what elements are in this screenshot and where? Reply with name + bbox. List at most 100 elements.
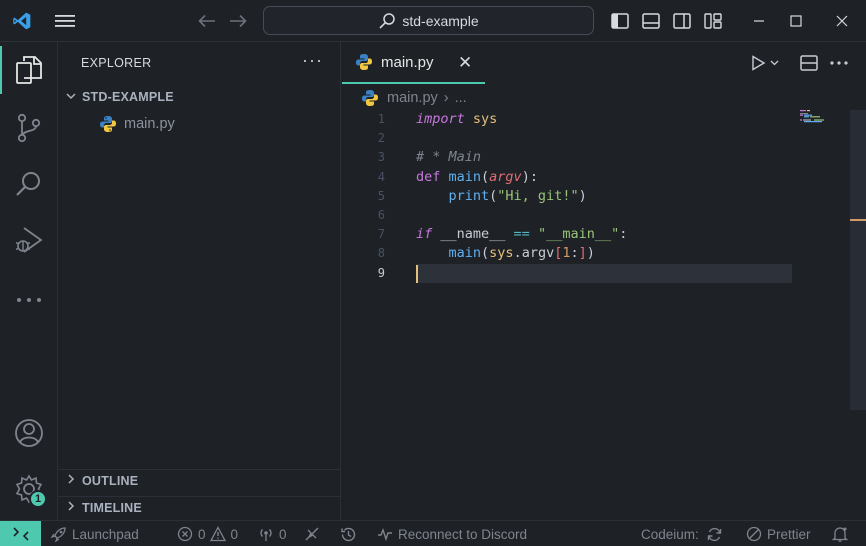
- vscode-logo: [6, 0, 38, 42]
- split-editor-icon[interactable]: [796, 50, 822, 76]
- breadcrumb: main.py › ...: [361, 88, 467, 108]
- code-line-4: def main(argv):: [416, 168, 538, 185]
- folder-name: STD-EXAMPLE: [82, 90, 174, 104]
- error-icon: [177, 526, 193, 542]
- line-number: 3: [377, 150, 385, 165]
- ports-item[interactable]: 0: [258, 521, 287, 546]
- codeium-item[interactable]: Codeium:: [641, 521, 728, 546]
- explorer-icon[interactable]: [0, 44, 58, 96]
- sidebar-more-actions-icon[interactable]: ···: [302, 50, 323, 71]
- chevron-right-icon: [60, 473, 82, 488]
- code-editor[interactable]: import sys # * Main def main(argv): prin…: [416, 110, 627, 283]
- tab-main-py[interactable]: main.py ✕: [342, 42, 485, 84]
- line-number: 6: [377, 207, 385, 222]
- history-icon[interactable]: [340, 521, 362, 546]
- editor-area: main.py ✕ main.py › ... 1 2 3 4 5 6 7 8 …: [342, 42, 866, 520]
- line-number-gutter: 1 2 3 4 5 6 7 8 9: [342, 110, 392, 283]
- search-icon[interactable]: [0, 158, 58, 210]
- status-bar: Launchpad 0 0 0 Reconnect to Discord Cod…: [0, 520, 866, 546]
- line-number: 5: [377, 188, 385, 203]
- line-number-current: 9: [377, 265, 385, 280]
- prettier-item[interactable]: Prettier: [746, 521, 811, 546]
- file-item-main-py[interactable]: main.py: [58, 113, 341, 135]
- tab-close-icon[interactable]: ✕: [458, 53, 472, 73]
- breadcrumb-file[interactable]: main.py: [387, 90, 438, 106]
- settings-gear-icon[interactable]: [0, 463, 58, 515]
- python-file-icon: [356, 54, 372, 70]
- toggle-primary-sidebar-icon[interactable]: [609, 0, 631, 42]
- command-center-label: std-example: [402, 12, 479, 29]
- error-count: 0: [198, 526, 206, 542]
- account-icon[interactable]: [0, 407, 58, 459]
- title-bar: std-example: [0, 0, 866, 42]
- notifications-bell-icon[interactable]: [831, 521, 854, 546]
- discord-label: Reconnect to Discord: [398, 526, 528, 542]
- breadcrumb-symbols[interactable]: ...: [455, 90, 467, 106]
- timeline-section-header[interactable]: TIMELINE: [58, 496, 341, 518]
- vertical-scrollbar[interactable]: [850, 110, 866, 410]
- line-number: 8: [377, 246, 385, 261]
- command-center-search[interactable]: std-example: [263, 6, 594, 35]
- run-debug-icon[interactable]: [0, 214, 58, 266]
- menu-icon[interactable]: [50, 0, 80, 42]
- pulse-icon: [378, 527, 392, 541]
- line-number: 7: [377, 227, 385, 242]
- folder-section-header[interactable]: STD-EXAMPLE: [58, 86, 341, 108]
- refresh-icon: [707, 527, 721, 541]
- search-icon: [379, 12, 396, 29]
- codeium-label: Codeium:: [641, 526, 699, 542]
- sidebar-title: EXPLORER: [81, 56, 152, 70]
- python-file-icon: [100, 116, 116, 132]
- code-line-7: if __name__ == "__main__":: [416, 226, 628, 243]
- code-line-3: # * Main: [416, 149, 482, 166]
- outline-section-header[interactable]: OUTLINE: [58, 469, 341, 491]
- text-cursor: [416, 265, 418, 283]
- explorer-sidebar: EXPLORER ··· STD-EXAMPLE main.py OUTLINE…: [58, 42, 341, 520]
- line-number: 2: [377, 131, 385, 146]
- toggle-secondary-sidebar-icon[interactable]: [671, 0, 693, 42]
- outline-label: OUTLINE: [82, 473, 139, 488]
- broadcast-icon: [260, 529, 272, 541]
- settings-badge: 1: [29, 490, 47, 508]
- scrollbar-cursor-marker: [850, 219, 866, 221]
- forward-arrow-icon[interactable]: [225, 0, 251, 42]
- remote-indicator-icon[interactable]: [0, 521, 41, 546]
- back-arrow-icon[interactable]: [194, 0, 220, 42]
- warning-count: 0: [230, 526, 239, 542]
- discord-reconnect-item[interactable]: Reconnect to Discord: [377, 521, 527, 546]
- chevron-down-icon: [60, 90, 82, 105]
- breadcrumb-separator: ›: [443, 90, 449, 106]
- launchpad-item[interactable]: Launchpad: [50, 521, 139, 546]
- source-control-icon[interactable]: [0, 102, 58, 154]
- run-icon[interactable]: [748, 50, 782, 76]
- launchpad-label: Launchpad: [72, 526, 139, 542]
- line-number: 4: [377, 169, 385, 184]
- prettier-label: Prettier: [767, 526, 811, 542]
- activity-bar: 1: [0, 42, 58, 520]
- warning-icon: [209, 526, 226, 542]
- chevron-right-icon: [60, 500, 82, 515]
- maximize-icon[interactable]: [773, 0, 819, 42]
- line-number: 1: [377, 112, 385, 126]
- problems-item[interactable]: 0 0: [177, 521, 238, 546]
- python-file-icon: [362, 90, 378, 106]
- code-line-8: main(sys.argv[1:]): [448, 245, 595, 262]
- timeline-label: TIMELINE: [82, 500, 142, 515]
- rocket-icon: [50, 526, 66, 542]
- prettier-disabled-icon: [746, 526, 762, 542]
- file-name: main.py: [124, 116, 175, 132]
- toggle-panel-icon[interactable]: [640, 0, 662, 42]
- more-actions-icon[interactable]: [826, 50, 852, 76]
- minimap[interactable]: [800, 110, 828, 124]
- tab-label: main.py: [381, 53, 434, 71]
- ports-count: 0: [279, 526, 287, 542]
- more-icon[interactable]: [0, 274, 58, 326]
- close-icon[interactable]: [819, 0, 865, 42]
- sync-disabled-icon[interactable]: [303, 521, 326, 546]
- customize-layout-icon[interactable]: [702, 0, 724, 42]
- code-line-1: import sys: [416, 111, 498, 127]
- tab-bar: main.py ✕: [342, 42, 866, 84]
